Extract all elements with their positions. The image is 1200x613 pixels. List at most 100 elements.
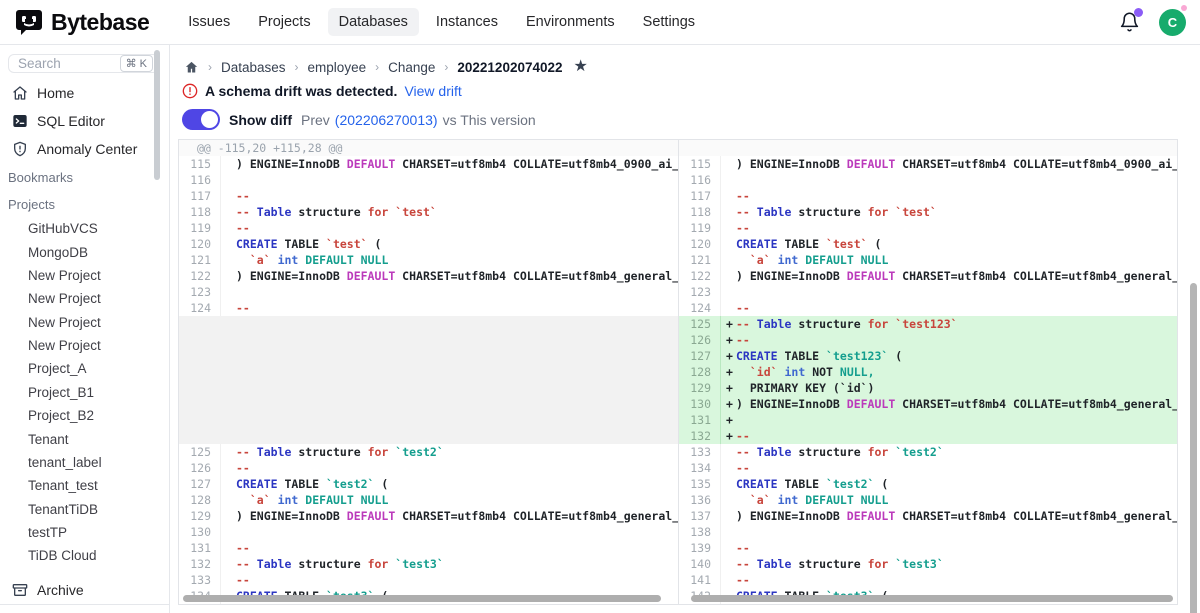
diff-row: 138 (679, 524, 1177, 540)
breadcrumb-separator: › (375, 60, 379, 74)
sidebar-project-item[interactable]: New Project (0, 311, 169, 334)
avatar-status-dot (1181, 5, 1187, 11)
diff-row: 124-- (179, 300, 678, 316)
breadcrumb-item-employee[interactable]: employee (308, 60, 367, 75)
diff-row: 139-- (679, 540, 1177, 556)
toggle-knob (201, 111, 218, 128)
brand[interactable]: Bytebase (14, 7, 149, 37)
sidebar-project-item[interactable]: Tenant (0, 427, 169, 450)
diff-row: 136 `a` int DEFAULT NULL (679, 492, 1177, 508)
sidebar-item-label: Home (37, 85, 74, 101)
diff-column-current: 115) ENGINE=InnoDB DEFAULT CHARSET=utf8m… (678, 140, 1177, 604)
prev-label: Prev (301, 112, 330, 128)
diff-row: 128 `a` int DEFAULT NULL (179, 492, 678, 508)
shield-icon (12, 141, 28, 157)
avatar[interactable]: C (1159, 9, 1186, 36)
show-diff-toggle[interactable] (182, 109, 220, 130)
sidebar-project-item[interactable]: TenantTiDB (0, 498, 169, 521)
sidebar-project-item[interactable]: New Project (0, 334, 169, 357)
breadcrumb-current-version: 20221202074022 (457, 60, 562, 75)
drift-message: A schema drift was detected. (205, 83, 397, 99)
drift-warning: A schema drift was detected. View drift (182, 83, 1200, 99)
breadcrumb-separator: › (208, 60, 212, 74)
diff-row: 121 `a` int DEFAULT NULL (179, 252, 678, 268)
diff-column-previous: @@ -115,20 +115,28 @@115) ENGINE=InnoDB … (179, 140, 678, 604)
diff-right-horizontal-scrollbar[interactable] (691, 595, 1173, 602)
sidebar-item-sql-editor[interactable]: SQL Editor (0, 107, 169, 135)
nav-item-projects[interactable]: Projects (247, 8, 321, 36)
diff-row: 115) ENGINE=InnoDB DEFAULT CHARSET=utf8m… (679, 156, 1177, 172)
sidebar-project-item[interactable]: testTP (0, 521, 169, 544)
project-list: GitHubVCSMongoDBNew ProjectNew ProjectNe… (0, 217, 169, 568)
diff-row: 141-- (679, 572, 1177, 588)
notifications-button[interactable] (1119, 11, 1141, 33)
breadcrumb-home-icon[interactable] (184, 60, 199, 75)
breadcrumb-item-databases[interactable]: Databases (221, 60, 286, 75)
sidebar-project-item[interactable]: New Project (0, 287, 169, 310)
diff-row: 134-- (679, 460, 1177, 476)
star-icon[interactable]: ★ (574, 59, 588, 75)
sidebar-item-anomaly-center[interactable]: Anomaly Center (0, 135, 169, 163)
diff-row: 125+-- Table structure for `test123` (679, 316, 1177, 332)
breadcrumb: › Databases › employee › Change › 202212… (184, 59, 1200, 75)
nav-right: C (1119, 9, 1186, 36)
breadcrumb-separator: › (444, 60, 448, 74)
diff-row: 118-- Table structure for `test` (679, 204, 1177, 220)
nav-items: IssuesProjectsDatabasesInstancesEnvironm… (177, 8, 1119, 36)
diff-row: 118-- Table structure for `test` (179, 204, 678, 220)
sidebar-project-item[interactable]: New Project (0, 264, 169, 287)
sidebar-item-label: SQL Editor (37, 113, 105, 129)
diff-row (679, 140, 1177, 156)
sidebar-project-item[interactable]: GitHubVCS (0, 217, 169, 240)
sidebar-project-item[interactable]: MongoDB (0, 240, 169, 263)
sidebar-scrollbar[interactable] (154, 50, 160, 180)
home-icon (12, 85, 28, 101)
terminal-icon (12, 113, 28, 129)
nav-item-instances[interactable]: Instances (425, 8, 509, 36)
sidebar-project-item[interactable]: Project_B2 (0, 404, 169, 427)
diff-row: 122) ENGINE=InnoDB DEFAULT CHARSET=utf8m… (679, 268, 1177, 284)
sidebar-project-item[interactable]: Project_A (0, 357, 169, 380)
diff-row: 127CREATE TABLE `test2` ( (179, 476, 678, 492)
diff-left-horizontal-scrollbar[interactable] (183, 595, 661, 602)
avatar-initial: C (1168, 15, 1177, 30)
search-shortcut-kbd: ⌘ K (120, 55, 153, 72)
sidebar-section-bookmarks[interactable]: Bookmarks (0, 163, 169, 190)
sidebar-section-projects[interactable]: Projects (0, 190, 169, 217)
sidebar-item-archive[interactable]: Archive (0, 576, 169, 604)
diff-row: 129) ENGINE=InnoDB DEFAULT CHARSET=utf8m… (179, 508, 678, 524)
sidebar-project-item[interactable]: Tenant_test (0, 474, 169, 497)
diff-row: 140-- Table structure for `test3` (679, 556, 1177, 572)
sidebar-project-item[interactable]: TiDB Cloud (0, 544, 169, 567)
sidebar-item-home[interactable]: Home (0, 79, 169, 107)
view-drift-link[interactable]: View drift (404, 83, 461, 99)
nav-item-environments[interactable]: Environments (515, 8, 626, 36)
diff-row: 133-- Table structure for `test2` (679, 444, 1177, 460)
nav-item-databases[interactable]: Databases (328, 8, 419, 36)
diff-row: 119-- (179, 220, 678, 236)
prev-version-link[interactable]: (202206270013) (335, 112, 438, 128)
diff-row: 116 (679, 172, 1177, 188)
diff-row: 116 (179, 172, 678, 188)
search-input[interactable]: Search ⌘ K (8, 54, 159, 73)
nav-item-settings[interactable]: Settings (632, 8, 706, 36)
page-vertical-scrollbar[interactable] (1190, 283, 1197, 613)
breadcrumb-item-change[interactable]: Change (388, 60, 435, 75)
diff-row (179, 316, 678, 444)
sidebar-project-item[interactable]: tenant_label (0, 451, 169, 474)
vs-label: vs This version (443, 112, 536, 128)
diff-row: 131+ (679, 412, 1177, 428)
nav-item-issues[interactable]: Issues (177, 8, 241, 36)
brand-name: Bytebase (51, 9, 149, 36)
diff-row: 125-- Table structure for `test2` (179, 444, 678, 460)
diff-row: 132+-- (679, 428, 1177, 444)
diff-row: 120CREATE TABLE `test` ( (179, 236, 678, 252)
main-content: › Databases › employee › Change › 202212… (170, 45, 1200, 613)
diff-row: 132-- Table structure for `test3` (179, 556, 678, 572)
diff-row: 119-- (679, 220, 1177, 236)
breadcrumb-separator: › (295, 60, 299, 74)
sidebar-project-item[interactable]: Project_B1 (0, 381, 169, 404)
diff-row: 120CREATE TABLE `test` ( (679, 236, 1177, 252)
diff-row: 121 `a` int DEFAULT NULL (679, 252, 1177, 268)
diff-row: 130 (179, 524, 678, 540)
